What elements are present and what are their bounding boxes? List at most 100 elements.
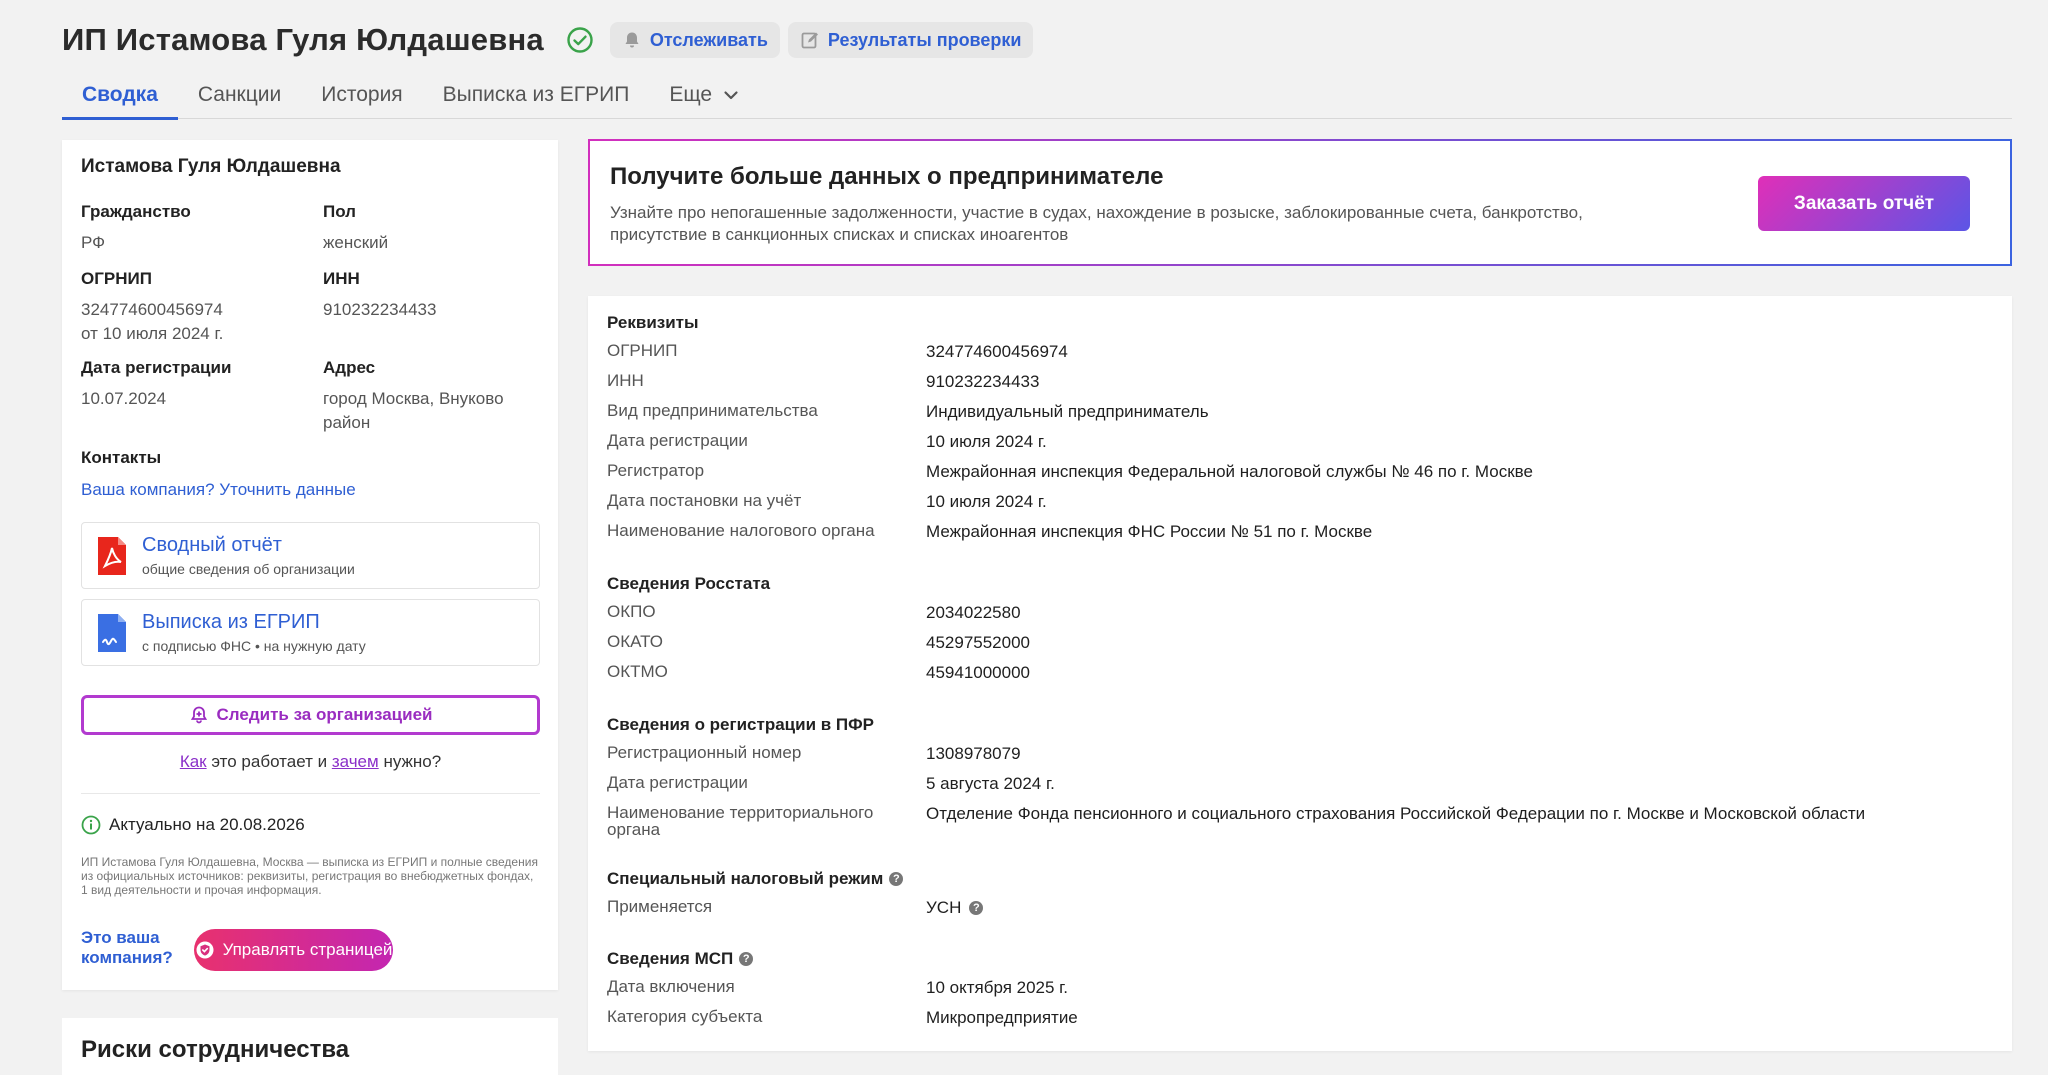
inn-block: ИНН 910232234433	[323, 269, 436, 322]
reg-date-block: Дата регистрации 10.07.2024	[81, 358, 231, 411]
reg-date-value: 10.07.2024	[81, 389, 167, 408]
tax-value-text: УСН	[926, 898, 962, 917]
rosstat-title: Сведения Росстата	[607, 574, 771, 593]
risks-title: Риски сотрудничества	[81, 1036, 350, 1063]
tax-key: Применяется	[607, 897, 713, 916]
req-key: Регистратор	[607, 461, 705, 480]
help-icon[interactable]: ?	[969, 901, 984, 915]
pdf-icon	[96, 535, 128, 577]
msp-key: Категория субъекта	[607, 1007, 763, 1026]
req-value: 10 июля 2024 г.	[926, 432, 1047, 451]
req-key: Вид предпринимательства	[607, 401, 818, 420]
summary-report-subtitle: общие сведения об организации	[142, 561, 355, 577]
msp-title: Сведения МСП ?	[607, 949, 754, 969]
address-line1: город Москва, Внуково	[323, 389, 504, 408]
ogrnip-block: ОГРНИП 324774600456974 от 10 июля 2024 г…	[81, 269, 223, 346]
req-key: Наименование налогового органа	[607, 521, 875, 540]
rosstat-key: ОКПО	[607, 602, 656, 621]
bell-icon	[622, 30, 642, 50]
req-value: Межрайонная инспекция ФНС России № 51 по…	[926, 522, 1373, 541]
req-value: 324774600456974	[926, 342, 1068, 361]
req-key: ОГРНИП	[607, 341, 678, 360]
check-results-label: Результаты проверки	[827, 29, 1022, 50]
track-button-label: Отслеживать	[649, 29, 768, 50]
risks-card: Риски сотрудничества	[62, 1018, 558, 1075]
requisites-title: Реквизиты	[607, 313, 699, 332]
how-text-end: нужно?	[383, 752, 442, 771]
sex-label: Пол	[323, 202, 356, 221]
ogrnip-date: от 10 июля 2024 г.	[81, 324, 224, 343]
tab-history[interactable]: История	[301, 70, 422, 119]
check-results-button[interactable]: Результаты проверки	[787, 22, 1034, 58]
page-title: ИП Истамова Гуля Юлдашевна	[62, 22, 544, 57]
your-company-line1: Это ваша	[81, 928, 160, 947]
tab-summary[interactable]: Сводка	[62, 70, 178, 120]
ogrnip-value: 324774600456974	[81, 300, 223, 319]
help-icon[interactable]: ?	[889, 872, 904, 886]
pfr-key: Дата регистрации	[607, 773, 748, 792]
inn-value: 910232234433	[323, 300, 437, 319]
pfr-value: 5 августа 2024 г.	[926, 774, 1055, 793]
req-key: Дата регистрации	[607, 431, 748, 450]
title-row: ИП Истамова Гуля Юлдашевна Отслеживать Р…	[62, 20, 1034, 60]
rosstat-value: 45297552000	[926, 633, 1031, 652]
order-report-button[interactable]: Заказать отчёт	[1758, 176, 1970, 231]
tab-sanctions[interactable]: Санкции	[178, 70, 301, 119]
msp-title-text: Сведения МСП	[607, 949, 734, 968]
edit-note-icon	[800, 30, 820, 50]
req-key: ИНН	[607, 371, 644, 390]
req-value: Индивидуальный предприниматель	[926, 402, 1209, 421]
reg-date-label: Дата регистрации	[81, 358, 232, 377]
clarify-data-link[interactable]: Ваша компания? Уточнить данные	[81, 480, 356, 500]
your-company-link[interactable]: Это ваша компания?	[81, 928, 173, 968]
manage-page-button[interactable]: Управлять страницей	[194, 929, 393, 971]
msp-value: Микропредприятие	[926, 1008, 1078, 1027]
promo-title: Получите больше данных о предпринимателе	[610, 163, 1164, 190]
tab-more[interactable]: Еще	[649, 70, 760, 119]
track-button[interactable]: Отслеживать	[609, 22, 780, 58]
req-value: 910232234433	[926, 372, 1040, 391]
help-icon[interactable]: ?	[739, 952, 754, 966]
msp-key: Дата включения	[607, 977, 735, 996]
pfr-value: 1308978079	[926, 744, 1021, 763]
msp-value: 10 октября 2025 г.	[926, 978, 1069, 997]
actual-date-text: Актуально на 20.08.2026	[109, 815, 305, 834]
req-key: Дата постановки на учёт	[607, 491, 802, 510]
ogrnip-label: ОГРНИП	[81, 269, 152, 288]
why-link[interactable]: зачем	[332, 752, 379, 771]
signed-document-icon	[96, 612, 128, 654]
details-card: Реквизиты ОГРНИП 324774600456974 ИНН 910…	[588, 296, 2012, 1051]
person-name: Истамова Гуля Юлдашевна	[81, 156, 341, 177]
rosstat-value: 45941000000	[926, 663, 1031, 682]
inn-label: ИНН	[323, 269, 360, 288]
address-block: Адрес город Москва, Внуково район	[323, 358, 504, 435]
egrip-extract-title: Выписка из ЕГРИП	[142, 611, 320, 633]
seo-description: ИП Истамова Гуля Юлдашевна, Москва — вып…	[81, 855, 538, 897]
req-value: 10 июля 2024 г.	[926, 492, 1047, 511]
rosstat-key: ОКТМО	[607, 662, 668, 681]
how-link[interactable]: Как	[180, 752, 207, 771]
follow-organization-button[interactable]: Следить за организацией	[81, 695, 540, 735]
citizenship-value: РФ	[81, 233, 106, 252]
pfr-title: Сведения о регистрации в ПФР	[607, 715, 874, 734]
rosstat-value: 2034022580	[926, 603, 1021, 622]
address-label: Адрес	[323, 358, 376, 377]
tab-egrip-extract[interactable]: Выписка из ЕГРИП	[423, 70, 650, 119]
contacts-label: Контакты	[81, 448, 162, 467]
rosstat-key: ОКАТО	[607, 632, 663, 651]
address-line2: район	[323, 413, 371, 432]
egrip-extract-link[interactable]: Выписка из ЕГРИП с подписью ФНС • на нуж…	[81, 599, 540, 666]
summary-report-title: Сводный отчёт	[142, 534, 282, 556]
how-text: это работает и	[211, 752, 328, 771]
manage-page-label: Управлять страницей	[222, 940, 393, 959]
tab-more-label: Еще	[669, 82, 713, 106]
promo-banner: Получите больше данных о предпринимателе…	[588, 139, 2012, 266]
citizenship-block: Гражданство РФ	[81, 202, 191, 255]
pfr-value: Отделение Фонда пенсионного и социальног…	[926, 804, 1866, 823]
sex-value: женский	[323, 233, 389, 252]
summary-report-link[interactable]: Сводный отчёт общие сведения об организа…	[81, 522, 540, 589]
actual-date: Актуально на 20.08.2026	[81, 815, 305, 835]
tabs: Сводка Санкции История Выписка из ЕГРИП …	[62, 70, 2012, 120]
summary-card: Истамова Гуля Юлдашевна Гражданство РФ П…	[62, 140, 558, 990]
pfr-key: Наименование территориального органа	[607, 803, 874, 839]
